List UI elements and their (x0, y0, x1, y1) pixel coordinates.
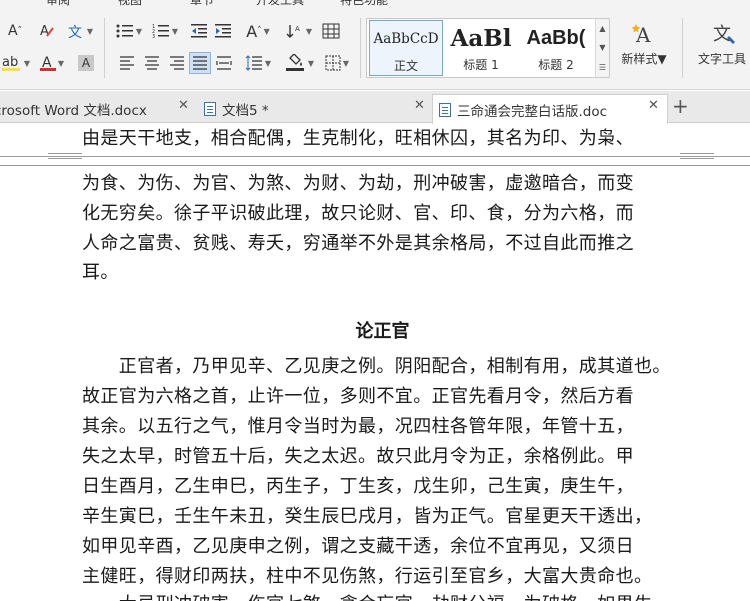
decrease-indent-icon[interactable] (188, 20, 210, 42)
doc-tab-sanming[interactable]: 三命通会完整白话版.doc (432, 94, 668, 124)
style-heading-2-sample: AaBb( (526, 26, 586, 49)
bullet-list-icon[interactable]: ▼ (112, 20, 146, 42)
svg-text:A: A (40, 24, 49, 39)
close-icon[interactable]: ✕ (178, 98, 189, 113)
doc-line: 由是天干地支，相合配偶，生克制化，旺相休囚，其名为印、为枭、 (82, 128, 634, 149)
gallery-up-icon[interactable]: ▲ (599, 24, 605, 33)
style-normal[interactable]: AaBbCcD 正文 (369, 20, 443, 76)
styles-gallery-scroll[interactable]: ▲ ▼ ☰ (595, 19, 609, 77)
menu-tab-view[interactable]: 视图 (118, 0, 142, 8)
phonetic-guide-button[interactable]: 文 ▼ (62, 20, 98, 42)
style-normal-label: 正文 (393, 59, 418, 73)
numbered-list-icon[interactable]: 1 2 3 ▼ (148, 20, 182, 42)
align-center-icon[interactable] (141, 52, 163, 74)
styles-gallery: AaBbCcD 正文 AaBl 标题 1 AaBb( 标题 2 ▲ ▼ ☰ (366, 18, 610, 78)
distributed-align-icon[interactable] (213, 52, 235, 74)
page-boundary (0, 156, 750, 157)
align-right-icon[interactable] (166, 52, 188, 74)
svg-text:A: A (295, 25, 300, 33)
style-heading-1-sample: AaBl (450, 24, 512, 52)
doc-line: 为食、为伤、为官、为煞、为财、为劫，刑冲破害，虚邀暗合，而变 (82, 173, 634, 194)
line-spacing-icon[interactable]: ▼ (240, 52, 276, 74)
section-heading: 论正官 (355, 321, 410, 342)
close-icon[interactable]: ✕ (648, 98, 659, 113)
increase-indent-icon[interactable] (212, 20, 234, 42)
doc-line: 人命之富贵、贫贱、寿夭，穷通举不外是其余格局，不过自此而推之 (82, 233, 634, 254)
menu-tab-review[interactable]: 审阅 (46, 0, 70, 8)
doc-tab-sanming-title: 三命通会完整白话版.doc (457, 103, 608, 120)
gallery-more-icon[interactable]: ☰ (599, 63, 606, 72)
style-heading-2-label: 标题 2 (538, 58, 574, 72)
doc-line: 其余。以五行之气，惟月令当时为最，况四柱各管年限，年管十五， (82, 416, 634, 437)
style-heading-1[interactable]: AaBl 标题 1 (445, 20, 517, 76)
document-icon (439, 102, 451, 117)
style-heading-2[interactable]: AaBb( 标题 2 (519, 20, 593, 76)
doc-line: 正官者，乃甲见辛、乙见庚之例。阴阳配合，相制有用，成其道也。 (82, 356, 671, 377)
new-style-icon: A (614, 18, 674, 50)
document-tab-bar: crosoft Word 文档.docx ✕ 文档5 * ✕ 三命通会完整白话版… (0, 91, 750, 124)
svg-text:ab: ab (2, 55, 18, 70)
justify-icon[interactable] (189, 52, 211, 74)
doc-line: 如甲见辛酉，乙见庚申之例，谓之支藏干透，余位不宜再见，又须日 (82, 536, 634, 557)
new-tab-icon[interactable]: + (672, 94, 689, 118)
text-tools-icon: 文 (690, 18, 750, 50)
shading-bucket-icon[interactable]: ▼ (284, 52, 316, 74)
svg-text:文: 文 (713, 24, 731, 45)
menu-tab-developer[interactable]: 开发工具 (256, 0, 304, 8)
gallery-down-icon[interactable]: ▼ (599, 43, 605, 52)
doc-line: 耳。 (82, 262, 119, 283)
style-normal-sample: AaBbCcD (373, 31, 439, 47)
char-shading-icon[interactable]: A (74, 52, 98, 74)
style-heading-1-label: 标题 1 (463, 58, 499, 72)
grow-font-button[interactable]: A ˄ (0, 20, 30, 42)
doc-tab-doc5-title: 文档5 * (222, 103, 269, 119)
menu-tab-section[interactable]: 章节 (190, 0, 214, 8)
doc-tab-doc5[interactable]: 文档5 * (204, 95, 404, 123)
page-corner-marker (680, 153, 714, 159)
text-tools-label: 文字工具 (697, 52, 746, 66)
new-style-label: 新样式 (621, 52, 658, 66)
doc-line: 主健旺，得财印两扶，柱中不见伤煞，行运引至官乡，大富大贵命也。 (82, 566, 653, 587)
clear-format-icon[interactable]: A (34, 20, 60, 42)
align-left-icon[interactable] (116, 52, 138, 74)
page-corner-marker (48, 153, 82, 159)
doc-tab-word[interactable]: crosoft Word 文档.docx (0, 95, 190, 123)
menu-tab-strip: 审阅 视图 章节 开发工具 特色功能 (0, 0, 750, 9)
document-icon (204, 102, 216, 116)
table-icon[interactable] (318, 20, 344, 42)
sort-icon[interactable]: A ▼ (284, 20, 314, 42)
close-icon[interactable]: ✕ (414, 98, 425, 113)
font-color-icon[interactable]: A ▼ (36, 52, 68, 74)
doc-line: 辛生寅巳，壬生午未丑，癸生辰巳戌月，皆为正气。官星更天干透出， (82, 506, 653, 527)
new-style-button[interactable]: A 新样式▼ (614, 18, 674, 78)
svg-text:A: A (635, 23, 651, 47)
svg-text:3: 3 (152, 34, 155, 39)
doc-line: 化无穷矣。徐子平识破此理，故只论财、官、印、食，分为六格，而 (82, 203, 634, 224)
text-tools-button[interactable]: 文 文字工具 (690, 18, 750, 78)
svg-text:文: 文 (68, 25, 82, 40)
ribbon: 审阅 视图 章节 开发工具 特色功能 A ˄ A 文 ▼ ▼ 1 2 3 ▼ A ˄ ▼ A ▼… (0, 0, 750, 90)
doc-line: 日生酉月，乙生申巳，丙生子，丁生亥，戊生卯，己生寅，庚生午， (82, 476, 634, 497)
font-size-adjust-button[interactable]: A ˄ ▼ (240, 20, 276, 42)
document-area[interactable]: 由是天干地支，相合配偶，生克制化，旺相休囚，其名为印、为枭、 为食、为伤、为官、… (0, 124, 750, 601)
doc-line: 故正官为六格之首，止许一位，多则不宜。正官先看月令，然后方看 (82, 386, 634, 407)
menu-tab-features[interactable]: 特色功能 (340, 0, 388, 8)
page-boundary (0, 165, 750, 166)
doc-line: 失之太早，时管五十后，失之太迟。故只此月令为正，余格例此。甲 (82, 446, 634, 467)
borders-icon[interactable]: ▼ (320, 52, 354, 74)
doc-tab-word-title: crosoft Word 文档.docx (0, 103, 147, 119)
highlight-color-icon[interactable]: ab ▼ (0, 52, 32, 74)
doc-line: 大忌刑冲破害，伤官七煞，贪合忘官，劫财分福，为破格。如果生 (82, 590, 682, 601)
